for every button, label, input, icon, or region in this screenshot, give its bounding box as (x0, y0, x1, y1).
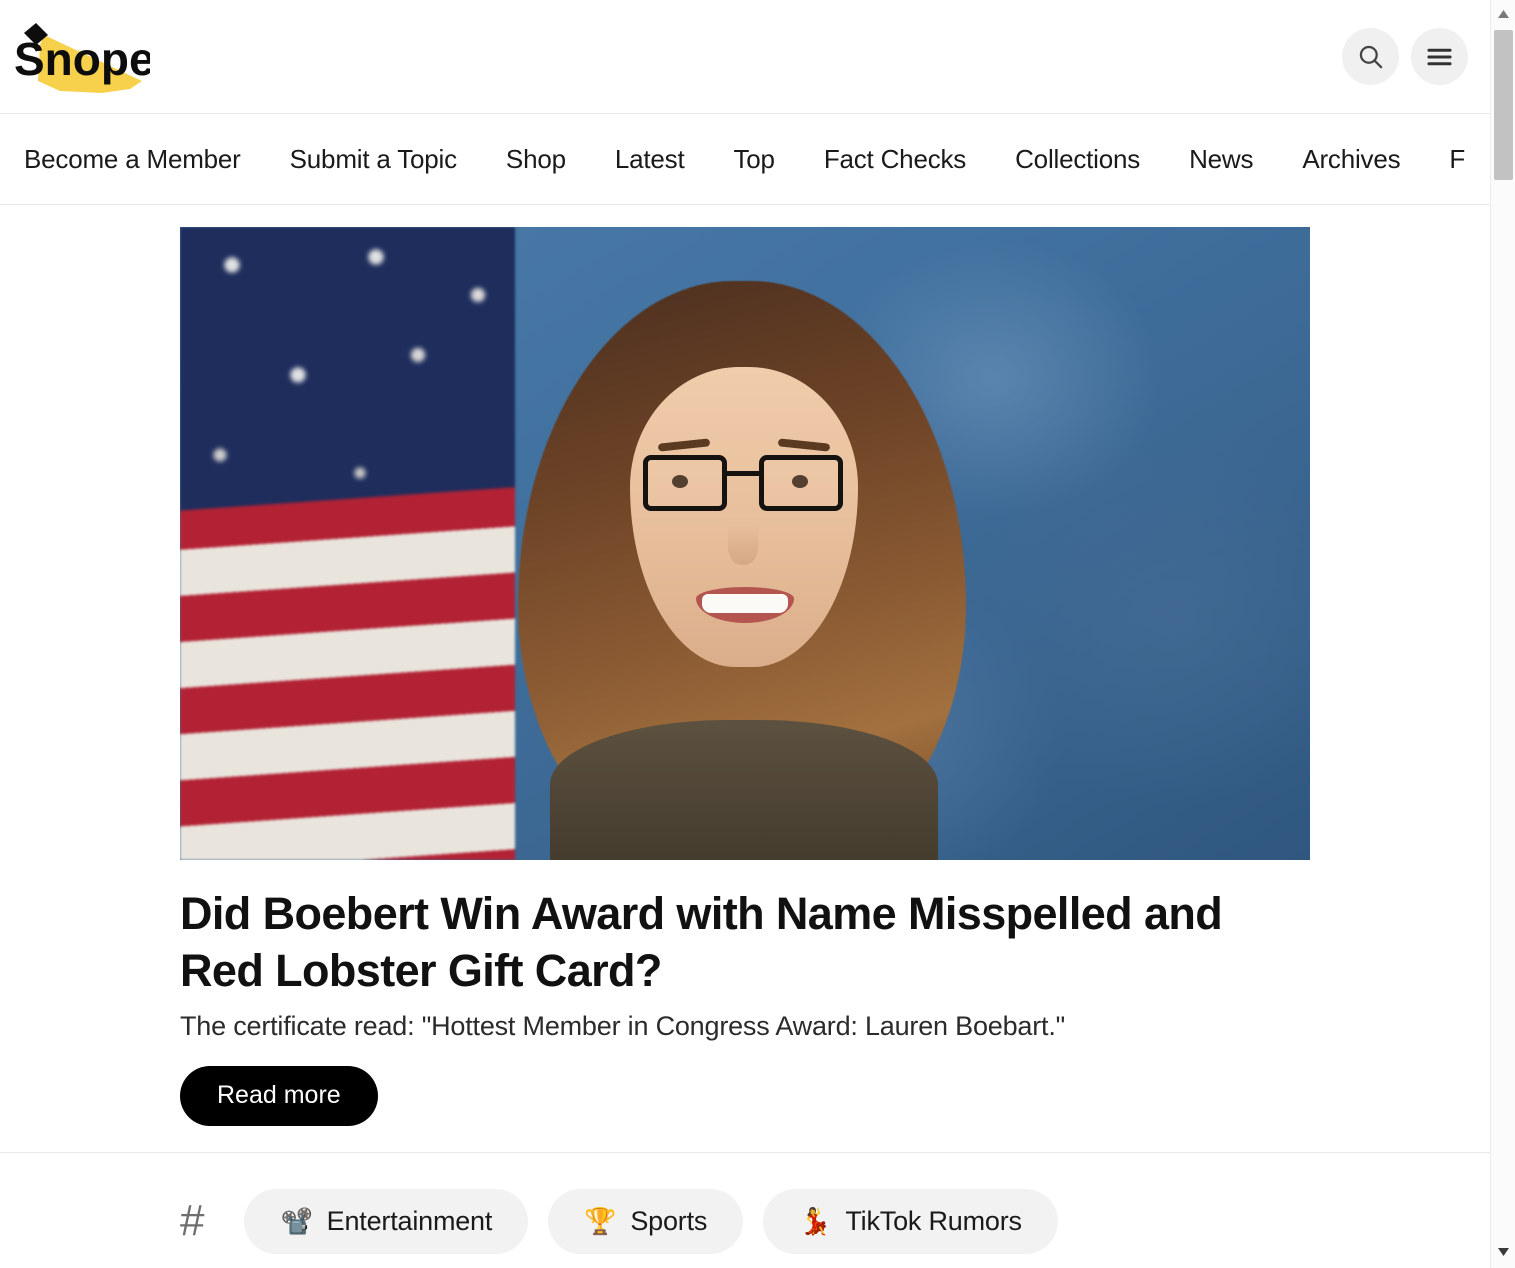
nav-item-news[interactable]: News (1189, 144, 1253, 175)
primary-navigation: Become a Member Submit a Topic Shop Late… (0, 114, 1490, 205)
vertical-scrollbar[interactable] (1490, 0, 1515, 1268)
nav-item-latest[interactable]: Latest (615, 144, 685, 175)
featured-article-subtitle: The certificate read: "Hottest Member in… (180, 1011, 1066, 1042)
featured-article: Did Boebert Win Award with Name Misspell… (0, 205, 1490, 1153)
nav-item-fact-checks[interactable]: Fact Checks (824, 144, 966, 175)
nav-item-top[interactable]: Top (733, 144, 775, 175)
dancer-icon: 💃 (799, 1206, 832, 1237)
film-projector-icon: 📽️ (280, 1206, 313, 1237)
tag-chip-entertainment[interactable]: 📽️ Entertainment (244, 1188, 529, 1254)
eyeglass-lens-left (643, 455, 727, 511)
american-flag (180, 227, 515, 860)
tag-chip-sports[interactable]: 🏆 Sports (548, 1188, 744, 1254)
nav-item-shop[interactable]: Shop (506, 144, 566, 175)
header-actions (1342, 28, 1468, 85)
featured-article-inner: Did Boebert Win Award with Name Misspell… (180, 227, 1310, 1126)
nav-item-submit-a-topic[interactable]: Submit a Topic (290, 144, 457, 175)
read-more-button[interactable]: Read more (180, 1066, 378, 1126)
chevron-down-icon (1497, 1248, 1509, 1256)
portrait-teeth (702, 594, 788, 613)
primary-navigation-list: Become a Member Submit a Topic Shop Late… (0, 114, 1490, 204)
menu-button[interactable] (1411, 28, 1468, 85)
site-header: Snopes (0, 0, 1490, 114)
tag-chip-label: Sports (630, 1205, 708, 1236)
snopes-logo-mark: Snopes (14, 23, 180, 93)
nav-item-collections[interactable]: Collections (1015, 144, 1140, 175)
scrollbar-up-arrow[interactable] (1491, 2, 1515, 26)
browser-page: Snopes (0, 0, 1515, 1268)
portrait-shoulders (550, 720, 938, 860)
tag-chip-label: Entertainment (326, 1205, 493, 1236)
scrollbar-down-arrow[interactable] (1491, 1240, 1515, 1264)
nav-item-truncated[interactable]: F (1449, 144, 1465, 175)
logo-wordmark: Snopes (14, 33, 150, 85)
hashtag-icon: # (180, 1196, 205, 1246)
scrollbar-thumb[interactable] (1494, 30, 1513, 180)
trophy-icon: 🏆 (584, 1206, 617, 1237)
featured-article-title[interactable]: Did Boebert Win Award with Name Misspell… (180, 886, 1270, 999)
tag-chip-tiktok-rumors[interactable]: 💃 TikTok Rumors (763, 1188, 1058, 1254)
page-viewport: Snopes (0, 0, 1490, 1268)
search-button[interactable] (1342, 28, 1399, 85)
featured-article-image[interactable] (180, 227, 1310, 860)
portrait-eyeglasses (643, 455, 843, 513)
tag-chip-label: TikTok Rumors (845, 1205, 1022, 1236)
nav-item-archives[interactable]: Archives (1302, 144, 1400, 175)
portrait-nose (728, 525, 758, 565)
eyeglass-bridge (727, 471, 759, 476)
eyeglass-lens-right (759, 455, 843, 511)
hamburger-menu-icon (1427, 48, 1452, 65)
topic-tags-row: # 📽️ Entertainment 🏆 Sports 💃 TikTok Rum… (0, 1153, 1490, 1254)
snopes-logo[interactable]: Snopes (10, 19, 180, 95)
portrait-figure (480, 271, 1000, 860)
search-icon (1359, 45, 1383, 69)
chevron-up-icon (1497, 10, 1509, 18)
nav-item-become-a-member[interactable]: Become a Member (24, 144, 241, 175)
